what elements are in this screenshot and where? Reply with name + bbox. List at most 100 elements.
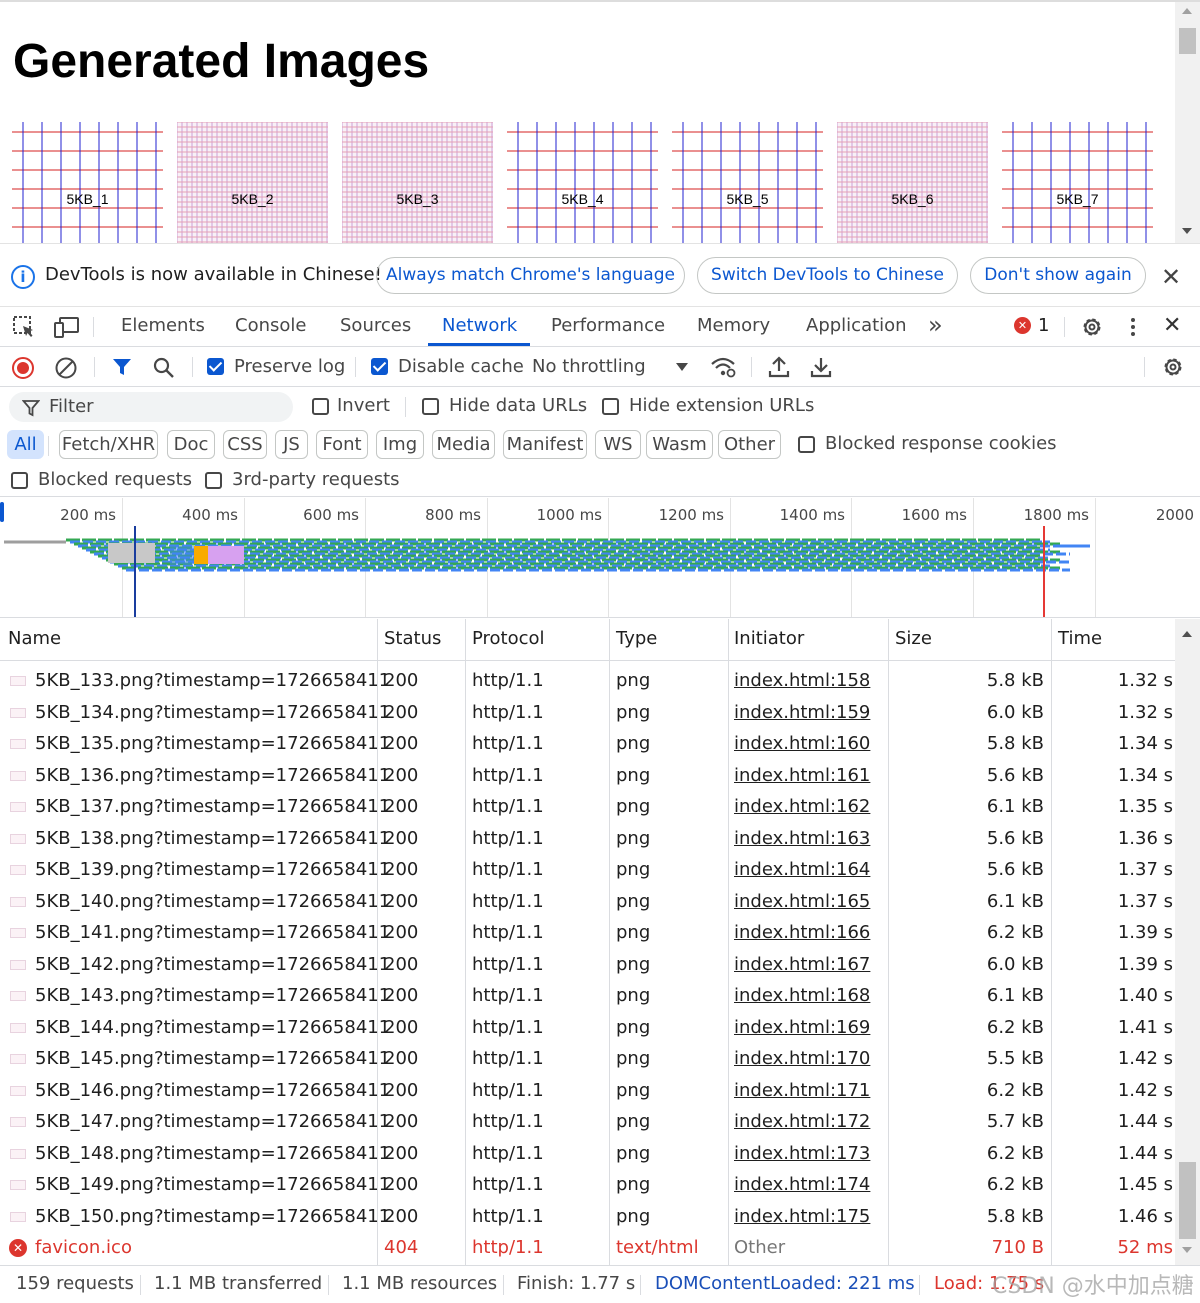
initiator-cell[interactable]: index.html:165 [734,891,870,912]
tab-sources[interactable]: Sources [340,315,411,336]
initiator-cell[interactable]: index.html:168 [734,985,870,1006]
filter-type-ws[interactable]: WS [595,430,641,459]
disable-cache-label[interactable]: Disable cache [398,356,524,377]
hide-extension-urls-label[interactable]: Hide extension URLs [629,395,814,416]
column-size[interactable]: Size [895,628,932,649]
table-row[interactable]: 5KB_139.png?timestamp=1726658411 200 http/… [0,854,1175,886]
scroll-up-icon[interactable] [1182,8,1192,14]
kebab-menu-icon[interactable] [1124,315,1142,339]
blocked-requests-checkbox[interactable] [11,472,28,489]
preserve-log-label[interactable]: Preserve log [234,356,345,377]
throttling-select[interactable]: No throttling [532,356,646,377]
table-row[interactable]: 5KB_138.png?timestamp=1726658411 200 http/… [0,823,1175,855]
more-tabs-icon[interactable]: » [928,311,943,339]
hide-extension-urls-checkbox[interactable] [602,398,619,415]
blocked-response-cookies-checkbox[interactable] [798,436,815,453]
dont-show-again-button[interactable]: Don't show again [970,257,1146,294]
filter-type-js[interactable]: JS [275,430,308,459]
invert-label[interactable]: Invert [337,395,390,416]
network-conditions-icon[interactable] [709,355,737,379]
column-name[interactable]: Name [8,628,61,649]
initiator-cell[interactable]: index.html:164 [734,859,870,880]
page-scrollbar-thumb[interactable] [1179,28,1196,54]
always-match-language-button[interactable]: Always match Chrome's language [376,257,685,294]
table-row[interactable]: 5KB_143.png?timestamp=1726658411 200 http/… [0,980,1175,1012]
table-row[interactable]: 5KB_150.png?timestamp=1726658411 200 http/… [0,1201,1175,1233]
close-devtools-icon[interactable]: ✕ [1163,313,1181,338]
initiator-cell[interactable]: index.html:163 [734,828,870,849]
table-row[interactable]: 5KB_135.png?timestamp=1726658411 200 http/… [0,728,1175,760]
blocked-requests-label[interactable]: Blocked requests [38,469,192,490]
initiator-cell[interactable]: index.html:162 [734,796,870,817]
column-status[interactable]: Status [384,628,441,649]
table-row[interactable]: 5KB_145.png?timestamp=1726658411 200 http/… [0,1043,1175,1075]
column-time[interactable]: Time [1058,628,1102,649]
filter-type-wasm[interactable]: Wasm [646,430,713,459]
table-scrollbar-thumb[interactable] [1179,1162,1196,1239]
initiator-cell[interactable]: index.html:169 [734,1017,870,1038]
table-row[interactable]: 5KB_144.png?timestamp=1726658411 200 http/… [0,1012,1175,1044]
initiator-cell[interactable]: index.html:158 [734,670,870,691]
tab-memory[interactable]: Memory [697,315,770,336]
table-row[interactable]: 5KB_136.png?timestamp=1726658411 200 http/… [0,760,1175,792]
filter-type-media[interactable]: Media [432,430,495,459]
record-icon[interactable] [11,356,35,380]
overview-left-handle[interactable] [0,502,4,522]
filter-type-img[interactable]: Img [376,430,424,459]
initiator-cell[interactable]: index.html:172 [734,1111,870,1132]
filter-icon[interactable] [111,356,133,378]
table-row[interactable]: 5KB_134.png?timestamp=1726658411 200 http/… [0,697,1175,729]
initiator-cell[interactable]: index.html:171 [734,1080,870,1101]
initiator-cell[interactable]: index.html:170 [734,1048,870,1069]
initiator-cell[interactable]: index.html:167 [734,954,870,975]
tab-performance[interactable]: Performance [551,315,665,336]
initiator-cell[interactable]: index.html:161 [734,765,870,786]
clear-icon[interactable] [54,356,78,380]
import-har-icon[interactable] [767,355,791,379]
initiator-cell[interactable]: index.html:166 [734,922,870,943]
search-icon[interactable] [152,356,176,380]
filter-type-fetch-xhr[interactable]: Fetch/XHR [59,430,158,459]
table-row[interactable]: 5KB_133.png?timestamp=1726658411 200 http/… [0,665,1175,697]
initiator-cell[interactable]: index.html:175 [734,1206,870,1227]
initiator-cell[interactable]: index.html:159 [734,702,870,723]
table-row[interactable]: 5KB_146.png?timestamp=1726658411 200 http/… [0,1075,1175,1107]
hide-data-urls-checkbox[interactable] [422,398,439,415]
tab-console[interactable]: Console [235,315,306,336]
third-party-requests-label[interactable]: 3rd-party requests [232,469,400,490]
initiator-cell[interactable]: index.html:174 [734,1174,870,1195]
tab-application[interactable]: Application [806,315,907,336]
table-row[interactable]: 5KB_142.png?timestamp=1726658411 200 http/… [0,949,1175,981]
blocked-response-cookies-label[interactable]: Blocked response cookies [825,433,1057,454]
disable-cache-checkbox[interactable] [371,358,388,375]
column-initiator[interactable]: Initiator [734,628,804,649]
network-settings-icon[interactable] [1161,355,1185,379]
switch-to-chinese-button[interactable]: Switch DevTools to Chinese [697,257,958,294]
scroll-up-icon[interactable] [1182,631,1192,637]
table-scrollbar[interactable] [1175,619,1200,1265]
scroll-down-icon[interactable] [1182,228,1192,234]
export-har-icon[interactable] [809,355,833,379]
initiator-cell[interactable]: index.html:160 [734,733,870,754]
preserve-log-checkbox[interactable] [207,358,224,375]
filter-type-doc[interactable]: Doc [167,430,215,459]
table-row[interactable]: 5KB_148.png?timestamp=1726658411 200 http/… [0,1138,1175,1170]
column-protocol[interactable]: Protocol [472,628,545,649]
filter-type-manifest[interactable]: Manifest [503,430,587,459]
gear-icon[interactable] [1080,315,1104,339]
filter-type-other[interactable]: Other [718,430,781,459]
device-toolbar-icon[interactable] [53,315,80,339]
inspect-element-icon[interactable] [12,315,36,339]
filter-type-css[interactable]: CSS [223,430,267,459]
table-row[interactable]: 5KB_147.png?timestamp=1726658411 200 http/… [0,1106,1175,1138]
hide-data-urls-label[interactable]: Hide data URLs [449,395,587,416]
tab-network[interactable]: Network [442,315,517,336]
tab-elements[interactable]: Elements [121,315,205,336]
table-row[interactable]: 5KB_149.png?timestamp=1726658411 200 http/… [0,1169,1175,1201]
close-icon[interactable]: ✕ [1161,263,1181,291]
table-row[interactable]: 5KB_140.png?timestamp=1726658411 200 http/… [0,886,1175,918]
table-row[interactable]: ✕ favicon.ico 404 http/1.1 text/html Other 710… [0,1232,1175,1264]
scroll-down-icon[interactable] [1182,1247,1192,1253]
filter-type-font[interactable]: Font [316,430,368,459]
timeline-overview[interactable]: 200 ms 400 ms 600 ms 800 ms 1000 ms 1200 ms 14… [0,498,1200,618]
